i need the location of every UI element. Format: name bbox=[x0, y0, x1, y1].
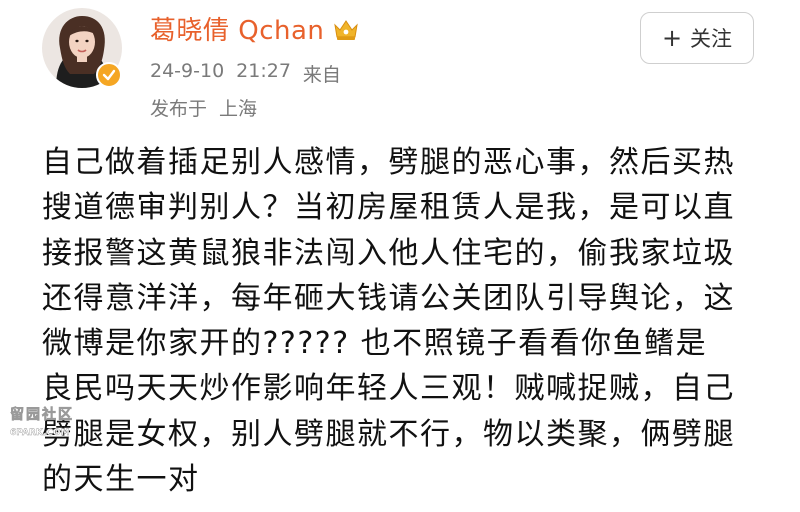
plus-icon: + bbox=[661, 24, 683, 52]
follow-button-label: 关注 bbox=[690, 27, 733, 51]
post-text: 自己做着插足别人感情，劈腿的恶心事，然后买热 搜道德审判别人？当初房屋租赁人是我… bbox=[42, 140, 762, 502]
follow-button[interactable]: + 关注 bbox=[640, 12, 754, 64]
watermark-domain: 6PARK.COM bbox=[10, 428, 70, 438]
vip-badge-icon bbox=[96, 62, 122, 88]
location-prefix: 发布于 bbox=[150, 98, 208, 120]
post-text-line: 良民吗天天炒作影响年轻人三观！贼喊捉贼，自己 bbox=[42, 371, 735, 407]
username[interactable]: 葛晓倩 Qchan bbox=[150, 10, 360, 47]
watermark-chars: 留园社区 bbox=[10, 407, 74, 424]
post-location: 发布于 上海 bbox=[150, 94, 257, 121]
post-text-line: 自己做着插足别人感情，劈腿的恶心事，然后买热 bbox=[42, 145, 735, 180]
post-text-line: 搜道德审判别人？当初房屋租赁人是我，是可以直 bbox=[42, 190, 735, 226]
post-meta: 24-9-10 21:27 来自 bbox=[150, 60, 341, 87]
watermark: 留园社区 6PARK.COM bbox=[10, 404, 74, 439]
post-text-line: 微博是你家开的????? 也不照镜子看看你鱼鳍是 bbox=[42, 326, 708, 362]
crown-icon bbox=[332, 15, 360, 43]
location-value: 上海 bbox=[219, 98, 258, 120]
post-date: 24-9-10 bbox=[150, 60, 225, 82]
post-text-line: 的天生一对 bbox=[42, 462, 200, 498]
username-text[interactable]: 葛晓倩 Qchan bbox=[150, 10, 324, 47]
post-text-line: 还得意洋洋，每年砸大钱请公关团队引导舆论，这 bbox=[42, 280, 735, 316]
post-text-line: 接报警这黄鼠狼非法闯入他人住宅的，偷我家垃圾 bbox=[42, 235, 735, 271]
post-text-line: 劈腿是女权，别人劈腿就不行，物以类聚，俩劈腿 bbox=[42, 416, 735, 452]
post-time: 21:27 bbox=[236, 60, 291, 82]
weibo-post: 葛晓倩 Qchan 24-9-10 21:27 来自 发布于 上海 + 关注 自… bbox=[0, 0, 800, 512]
post-source-prefix: 来自 bbox=[302, 64, 341, 86]
